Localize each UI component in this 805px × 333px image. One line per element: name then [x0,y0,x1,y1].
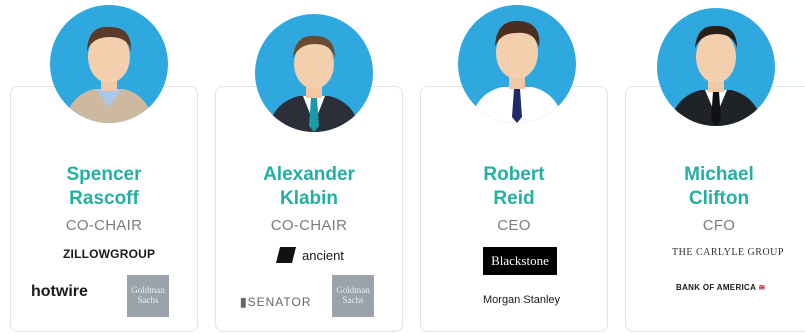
zillow-group-logo: ZILLOWGROUP [63,247,156,261]
blackstone-logo: Blackstone [483,247,557,275]
goldman-sachs-logo: Goldman Sachs [332,275,374,317]
person-name: Robert Reid [483,164,545,209]
avatar-michael-clifton [657,8,775,126]
bank-of-america-logo: BANK OF AMERICA ≋ [676,283,766,292]
person-role: CEO [497,217,531,234]
ancient-mark-icon [276,247,296,263]
person-name: Spencer Rascoff [66,164,142,209]
boa-flag-icon: ≋ [758,283,766,292]
goldman-sachs-logo: Goldman Sachs [127,275,169,317]
morgan-stanley-logo: Morgan Stanley [483,294,561,306]
person-role: CO-CHAIR [270,217,348,234]
carlyle-group-logo: THE CARLYLE GROUP [672,247,784,258]
person-name: Michael Clifton [684,164,754,209]
avatar-spencer-rascoff [50,5,168,123]
avatar-alexander-klabin [255,14,373,132]
senator-logo: ▮SENATOR [240,295,312,309]
ancient-logo: ancient [276,247,344,263]
person-card-spencer-rascoff[interactable]: Spencer Rascoff CO-CHAIR ZILLOWGROUP hotw… [10,86,198,332]
person-role: CO-CHAIR [65,217,143,234]
hotwire-logo: hotwire [31,283,88,300]
person-name: Alexander Klabin [263,164,355,209]
avatar-robert-reid [458,5,576,123]
person-role: CFO [702,217,736,234]
